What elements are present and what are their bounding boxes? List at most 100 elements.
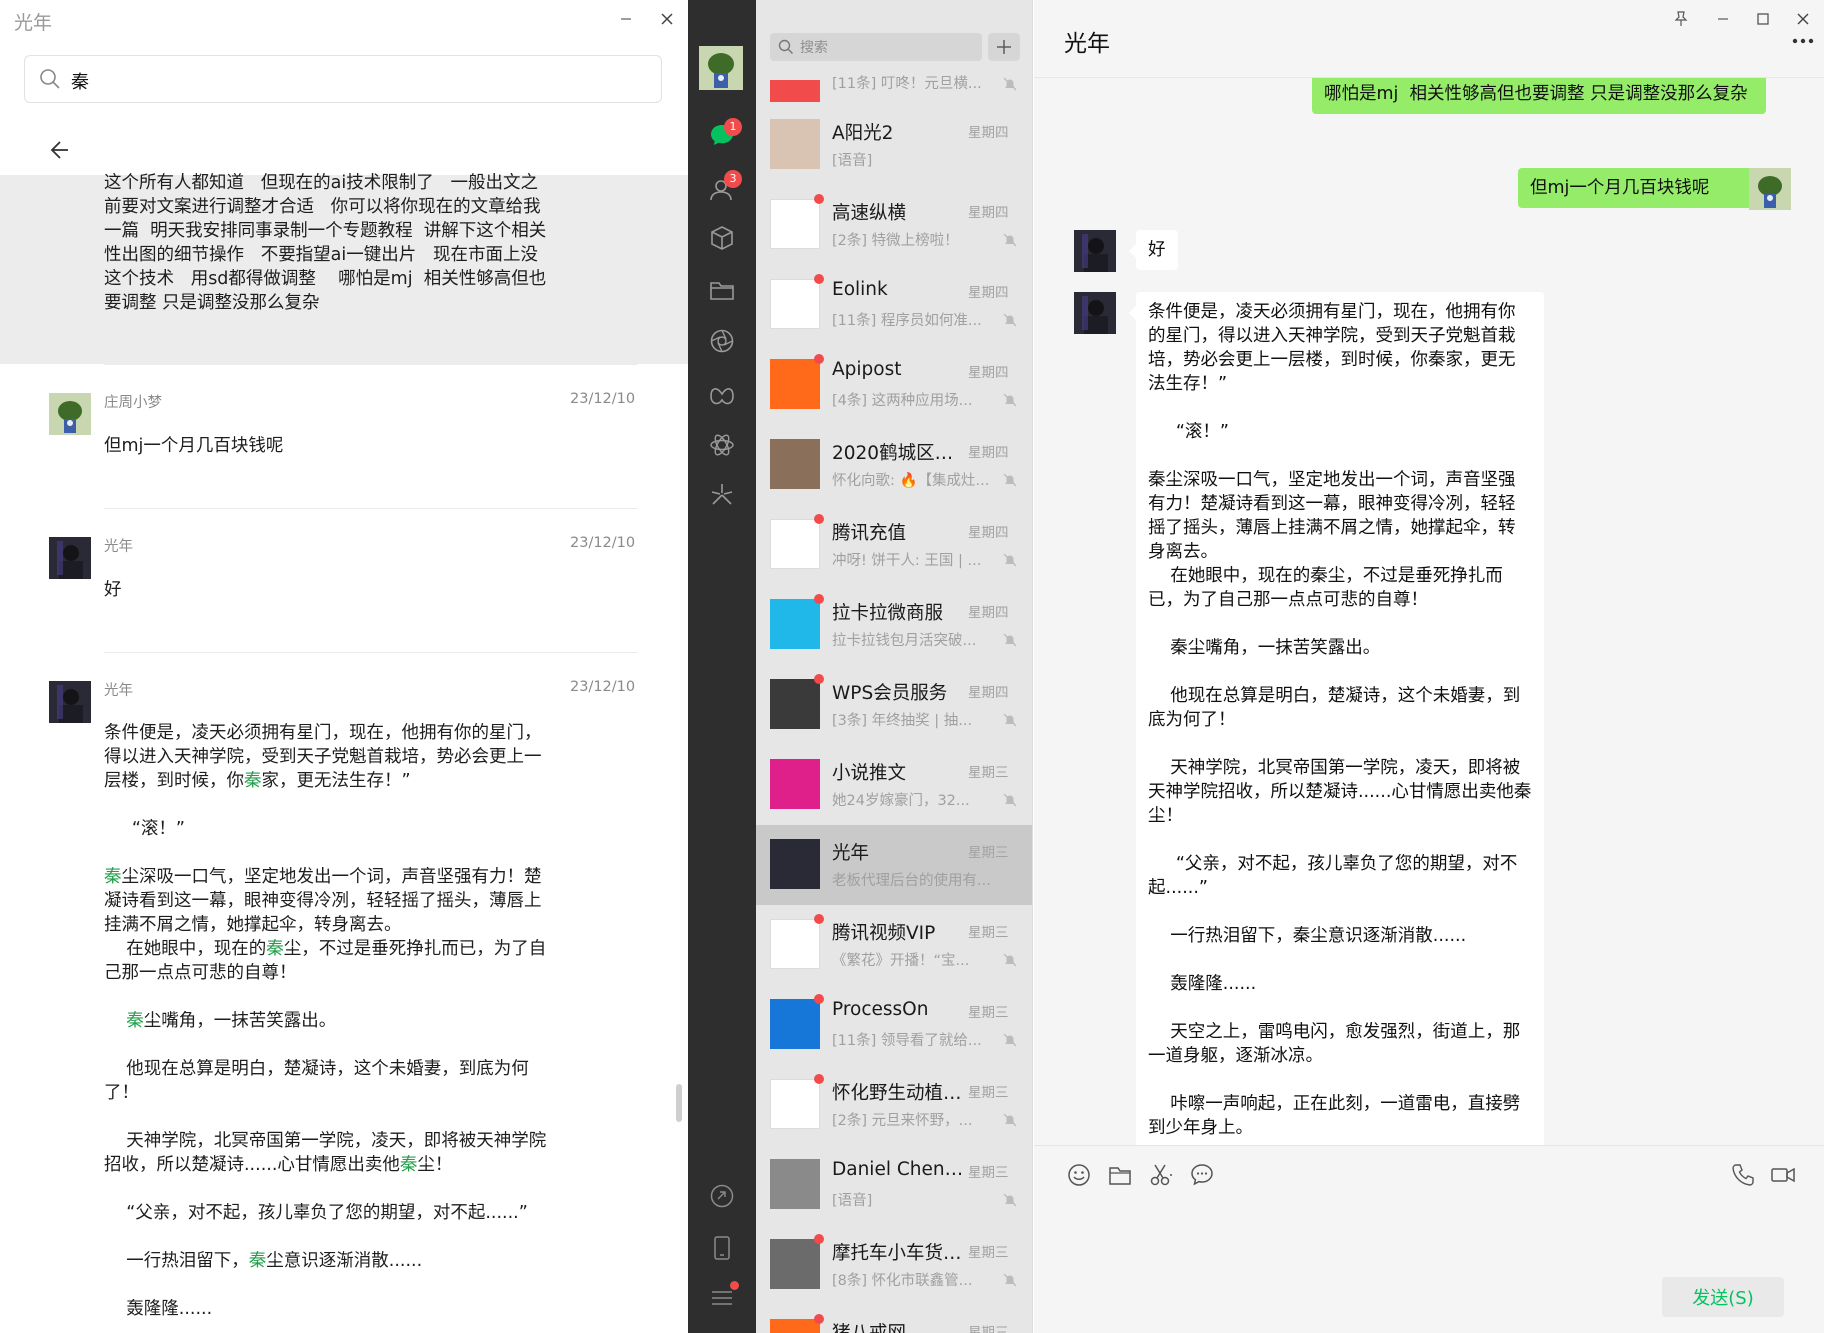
nav-contacts[interactable]: 3	[708, 170, 742, 204]
chat-item[interactable]: Apipost 星期四 [4条] 这两种应用场...	[756, 345, 1032, 425]
search-input[interactable]: 秦	[24, 55, 662, 103]
chat-time: 星期四	[968, 285, 1009, 301]
chat-time: 星期四	[968, 525, 1009, 541]
my-message-bubble[interactable]: ai一键出片 现在市面上没这个技术 用sd都得做调整 哪怕是mj 相关性够高但也…	[1312, 78, 1766, 114]
nav-search[interactable]	[708, 481, 736, 509]
chat-time: 星期三	[968, 1005, 1009, 1021]
minimize-icon	[619, 12, 633, 26]
close-icon	[660, 12, 674, 26]
my-avatar[interactable]	[699, 46, 743, 90]
chat-time: 星期四	[968, 685, 1009, 701]
result-body: 这个所有人都知道 但现在的ai技术限制了 一般出文之前要对文案进行调整才合适 你…	[104, 171, 554, 315]
chat-preview: [2条] 元旦来怀野，...	[832, 1113, 973, 1129]
close-button[interactable]	[651, 4, 683, 34]
back-arrow-icon[interactable]	[46, 138, 70, 162]
chat-time: 星期三	[968, 925, 1009, 941]
pin-button[interactable]	[1666, 4, 1696, 34]
emoji-button[interactable]	[1066, 1162, 1092, 1188]
cube-icon	[708, 224, 736, 252]
result-body[interactable]: 好	[104, 578, 554, 602]
chat-name: 2020鹤城区创...	[832, 443, 964, 464]
chat-avatar	[770, 199, 820, 249]
minimize-button[interactable]	[1708, 4, 1738, 34]
chat-item[interactable]: 高速纵横 星期四 [2条] 特微上榜啦！	[756, 185, 1032, 265]
video-icon	[1770, 1162, 1796, 1188]
result-body[interactable]: 但mj一个月几百块钱呢	[104, 434, 554, 458]
voice-call-button[interactable]	[1730, 1162, 1756, 1188]
scrollbar[interactable]	[676, 1084, 682, 1122]
nav-menu[interactable]	[708, 1281, 739, 1312]
nav-favorites[interactable]	[708, 224, 736, 252]
chat-item[interactable]: 腾讯充值 星期四 冲呀! 饼干人: 王国 | ...	[756, 505, 1032, 585]
more-options-icon[interactable]	[1792, 36, 1814, 46]
my-message-bubble[interactable]: 但mj一个月几百块钱呢	[1518, 168, 1775, 208]
chat-item[interactable]: ProcessOn 星期三 [11条] 领导看了就给...	[756, 985, 1032, 1065]
result-body[interactable]: 条件便是，凌天必须拥有星门，现在，他拥有你的星门，得以进入天神学院，受到天子党魁…	[104, 721, 554, 1321]
chat-item[interactable]: 2020鹤城区创... 星期四 怀化向歌: 🔥【集成灶...	[756, 425, 1032, 505]
chat-item[interactable]: 拉卡拉微商服 星期四 拉卡拉钱包月活突破...	[756, 585, 1032, 665]
chat-item[interactable]: 小说推文 星期三 她24岁嫁豪门，32...	[756, 745, 1032, 825]
chat-item[interactable]: Daniel Chen-C...星期三 [语音]	[756, 1145, 1032, 1225]
result-divider	[104, 364, 638, 365]
chat-title: 光年	[1064, 31, 1110, 57]
contact-avatar[interactable]	[1074, 230, 1116, 272]
nav-files[interactable]	[708, 276, 736, 304]
nav-channels[interactable]	[708, 380, 736, 408]
bubble-tail	[1129, 306, 1136, 320]
screenshot-button[interactable]	[1148, 1162, 1174, 1188]
chat-avatar	[770, 119, 820, 169]
contact-avatar[interactable]	[1074, 292, 1116, 334]
file-button[interactable]	[1107, 1162, 1133, 1188]
minimize-button[interactable]	[610, 4, 642, 34]
my-avatar[interactable]	[1749, 168, 1791, 210]
nav-mini-programs[interactable]	[708, 431, 736, 459]
avatar[interactable]	[49, 537, 91, 579]
chat-item[interactable]: A阳光2 星期四 [语音]	[756, 105, 1032, 185]
chat-preview: [3条] 年终抽奖 | 抽...	[832, 713, 973, 729]
search-value: 秦	[71, 72, 89, 93]
composer-divider	[1034, 1145, 1824, 1146]
contacts-badge: 3	[724, 170, 742, 188]
unread-dot	[814, 1234, 824, 1244]
nav-phone[interactable]	[708, 1234, 736, 1262]
chat-item[interactable]: 猪八戒网星期三	[756, 1305, 1032, 1333]
chat-item[interactable]: 光年 星期三 老板代理后台的使用有...	[756, 825, 1032, 905]
contact-message-bubble[interactable]: 好	[1136, 230, 1178, 270]
chat-time: 星期四	[968, 365, 1009, 381]
chat-item[interactable]: 摩托车小车货车...星期三 [8条] 怀化市联鑫管...	[756, 1225, 1032, 1305]
atom-icon	[708, 431, 736, 459]
scissors-icon	[1148, 1162, 1174, 1188]
chat-item[interactable]: 怀化野生动植物...星期三 [2条] 元旦来怀野，...	[756, 1065, 1032, 1145]
chat-history-button[interactable]	[1189, 1162, 1215, 1188]
maximize-button[interactable]	[1748, 4, 1778, 34]
avatar[interactable]	[49, 681, 91, 723]
chat-item[interactable]: Eolink 星期四 [11条] 程序员如何准...	[756, 265, 1032, 345]
chat-avatar	[770, 759, 820, 809]
chat-item[interactable]: 腾讯视频VIP 星期三 《繁花》开播！“宝...	[756, 905, 1032, 985]
menu-dot	[730, 1281, 739, 1290]
nav-link[interactable]	[708, 1182, 736, 1210]
video-call-button[interactable]	[1770, 1162, 1796, 1188]
nav-chats[interactable]: 1	[708, 118, 742, 149]
text-segment: 这个所有人都知道 但现在的ai技术限制了 一般出文之前要对文案进行调整才合适 你…	[104, 173, 547, 313]
send-button[interactable]: 发送(S)	[1662, 1277, 1784, 1317]
chat-avatar	[770, 679, 820, 729]
chat-time: 星期三	[968, 1165, 1009, 1181]
keyword-highlight: 秦	[248, 1251, 267, 1271]
chat-time: 星期三	[968, 765, 1009, 781]
unread-dot	[814, 514, 824, 524]
chat-name: Eolink	[832, 279, 888, 300]
chat-avatar	[770, 519, 820, 569]
chat-time: 星期三	[968, 845, 1009, 861]
pin-icon	[1674, 11, 1688, 27]
mute-icon	[1002, 76, 1018, 92]
chat-item[interactable]: WPS会员服务 星期四 [3条] 年终抽奖 | 抽...	[756, 665, 1032, 745]
avatar[interactable]	[49, 393, 91, 435]
unread-badge: 1	[724, 118, 742, 136]
chat-name: 小说推文	[832, 763, 907, 784]
minimize-icon	[1716, 12, 1730, 26]
nav-moments[interactable]	[708, 327, 736, 355]
close-button[interactable]	[1788, 4, 1818, 34]
text-segment: 好	[104, 580, 122, 600]
contact-message-bubble[interactable]: 条件便是，凌天必须拥有星门，现在，他拥有你的星门，得以进入天神学院，受到天子党魁…	[1136, 292, 1544, 1145]
